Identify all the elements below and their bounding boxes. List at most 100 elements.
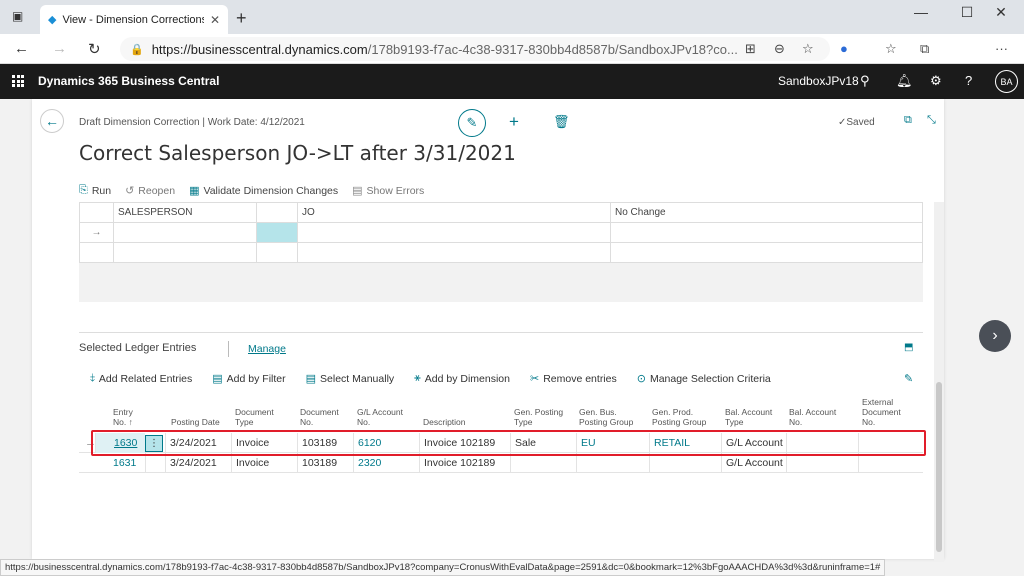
bell-icon[interactable]: 🔔︎ xyxy=(896,73,913,89)
dimension-code[interactable]: SALESPERSON xyxy=(113,202,257,223)
ledger-action-bar: ⤈ Add Related Entries ▤ Add by Filter ▤ Sel… xyxy=(90,372,771,385)
new-record-icon[interactable]: + xyxy=(509,112,519,132)
errors-icon: ▤ xyxy=(352,185,363,197)
grid-header: Entry No. ↑ Posting Date Document Type Doc… xyxy=(79,394,923,430)
col-bal-account-type[interactable]: Bal. Account Type xyxy=(725,407,772,427)
run-icon: ⎘ xyxy=(79,184,88,196)
back-icon[interactable]: ← xyxy=(14,40,29,57)
add-by-dimension-action[interactable]: ⚹ Add by Dimension xyxy=(414,372,510,385)
scrollbar-thumb[interactable] xyxy=(936,382,942,552)
table-row[interactable]: SALESPERSON JO No Change xyxy=(79,202,923,223)
remove-entries-action[interactable]: ✂ Remove entries xyxy=(529,372,617,386)
gen-bus-cell xyxy=(576,453,649,473)
open-new-window-icon[interactable]: ⧉ xyxy=(904,114,912,127)
personalize-icon[interactable]: ✎ xyxy=(904,372,913,385)
manage-link[interactable]: Manage xyxy=(248,343,286,355)
col-gl-account[interactable]: G/L Account No. xyxy=(357,407,403,427)
app-header: Dynamics 365 Business Central SandboxJPv… xyxy=(0,64,1024,99)
section-separator xyxy=(228,341,229,357)
environment-name[interactable]: SandboxJPv18 xyxy=(778,74,859,88)
validate-action[interactable]: ▦ Validate Dimension Changes xyxy=(189,184,338,198)
col-doc-no-line2: No. xyxy=(300,417,314,427)
col-description[interactable]: Description xyxy=(423,417,466,427)
section-title: Selected Ledger Entries xyxy=(79,342,197,354)
reopen-icon: ↺ xyxy=(125,185,135,197)
doc-no-cell: 103189 xyxy=(297,453,353,473)
gen-posting-type-cell xyxy=(510,453,576,473)
collapse-icon[interactable]: ⤡ xyxy=(927,114,936,127)
col-doc-type-line2: Type xyxy=(235,417,254,427)
collections-icon[interactable]: ⧉ xyxy=(920,41,929,57)
trash-icon[interactable]: 🗑︎ xyxy=(553,114,570,130)
minimize-icon[interactable]: — xyxy=(898,4,944,20)
user-avatar[interactable]: BA xyxy=(995,70,1018,93)
col-entry-no[interactable]: Entry No. ↑ xyxy=(113,407,133,427)
dimension-value[interactable]: JO xyxy=(297,202,611,223)
favorite-star-icon[interactable]: ☆ xyxy=(802,41,814,57)
zoom-icon[interactable]: ⊖ xyxy=(774,41,785,57)
col-document-no[interactable]: Document No. xyxy=(300,407,339,427)
forward-icon[interactable]: → xyxy=(52,40,67,57)
manage-selection-criteria-action[interactable]: ⊙ Manage Selection Criteria xyxy=(637,372,771,386)
extension-icon[interactable]: ● xyxy=(840,41,848,56)
add-related-icon: ⤈ xyxy=(90,372,95,384)
col-gen-posting-type[interactable]: Gen. Posting Type xyxy=(514,407,563,427)
bal-no-cell xyxy=(786,453,858,473)
refresh-icon[interactable]: ↻ xyxy=(88,40,101,58)
chevron-right-icon[interactable]: › xyxy=(979,320,1011,352)
close-tab-icon[interactable]: ✕ xyxy=(210,13,220,27)
reopen-action[interactable]: ↺ Reopen xyxy=(125,184,176,198)
gl-account-cell[interactable]: 2320 xyxy=(353,453,419,473)
empty-cell[interactable] xyxy=(297,222,611,243)
run-action[interactable]: ⎘ Run xyxy=(79,184,111,197)
new-dimension-value[interactable]: No Change xyxy=(610,202,923,223)
selected-cell[interactable] xyxy=(256,222,298,243)
gen-prod-cell xyxy=(649,453,721,473)
expand-icon[interactable]: ⬒ xyxy=(904,342,913,353)
table-row[interactable] xyxy=(79,242,923,263)
dimension-icon: ⚹ xyxy=(414,372,421,384)
pencil-icon[interactable]: ✎ xyxy=(458,109,486,137)
back-button[interactable]: ← xyxy=(40,109,64,133)
app-launcher-icon[interactable] xyxy=(12,75,24,87)
col-gen-prod-posting-group[interactable]: Gen. Prod. Posting Group xyxy=(652,407,706,427)
read-aloud-icon[interactable]: ⊞ xyxy=(745,41,756,57)
manage-criteria-label: Manage Selection Criteria xyxy=(649,372,771,385)
empty-cell[interactable] xyxy=(610,222,923,243)
url-field[interactable]: 🔒 https://businesscentral.dynamics.com/1… xyxy=(120,37,830,61)
new-tab-icon[interactable]: + xyxy=(236,8,247,29)
reopen-label: Reopen xyxy=(138,184,176,197)
add-related-entries-action[interactable]: ⤈ Add Related Entries xyxy=(90,372,192,385)
gear-icon[interactable]: ⚙ xyxy=(930,73,942,89)
favorites-icon[interactable]: ☆ xyxy=(885,41,897,57)
col-external-document-no[interactable]: External Document No. xyxy=(862,397,901,427)
select-manually-action[interactable]: ▤ Select Manually xyxy=(305,372,395,386)
col-document-type[interactable]: Document Type xyxy=(235,407,274,427)
remove-icon: ✂ xyxy=(529,373,540,385)
vertical-scrollbar[interactable] xyxy=(934,202,944,562)
col-bal-type-line2: Type xyxy=(725,417,744,427)
entry-no-cell[interactable]: 1631 xyxy=(95,453,145,473)
browser-tab[interactable]: ◆ View - Dimension Corrections - D ✕ xyxy=(40,5,228,34)
table-row[interactable]: 1631 3/24/2021 Invoice 103189 2320 Invoi… xyxy=(79,453,923,473)
close-window-icon[interactable]: ✕ xyxy=(978,4,1024,21)
select-icon: ▤ xyxy=(305,373,317,385)
col-doc-type-line1: Document xyxy=(235,407,274,417)
search-icon[interactable]: ⚲ xyxy=(860,73,870,89)
col-gen-bus-posting-group[interactable]: Gen. Bus. Posting Group xyxy=(579,407,633,427)
tab-actions-icon[interactable]: ▣ xyxy=(12,9,23,23)
add-by-filter-action[interactable]: ▤ Add by Filter xyxy=(212,372,285,386)
show-errors-action[interactable]: ▤ Show Errors xyxy=(352,184,424,198)
more-menu-icon[interactable]: ··· xyxy=(995,41,1008,56)
col-bal-account-no[interactable]: Bal. Account No. xyxy=(789,407,836,427)
table-row[interactable]: → xyxy=(79,222,923,243)
lock-icon: 🔒 xyxy=(130,43,144,56)
doc-type-cell: Invoice xyxy=(231,453,297,473)
col-gen-bus-line1: Gen. Bus. xyxy=(579,407,617,417)
site-favicon-icon: ◆ xyxy=(48,14,57,26)
help-icon[interactable]: ? xyxy=(965,73,972,88)
empty-cell[interactable] xyxy=(113,222,257,243)
add-dimension-label: Add by Dimension xyxy=(424,372,510,385)
col-posting-date[interactable]: Posting Date xyxy=(171,417,220,427)
col-ext-line3: No. xyxy=(862,417,876,427)
